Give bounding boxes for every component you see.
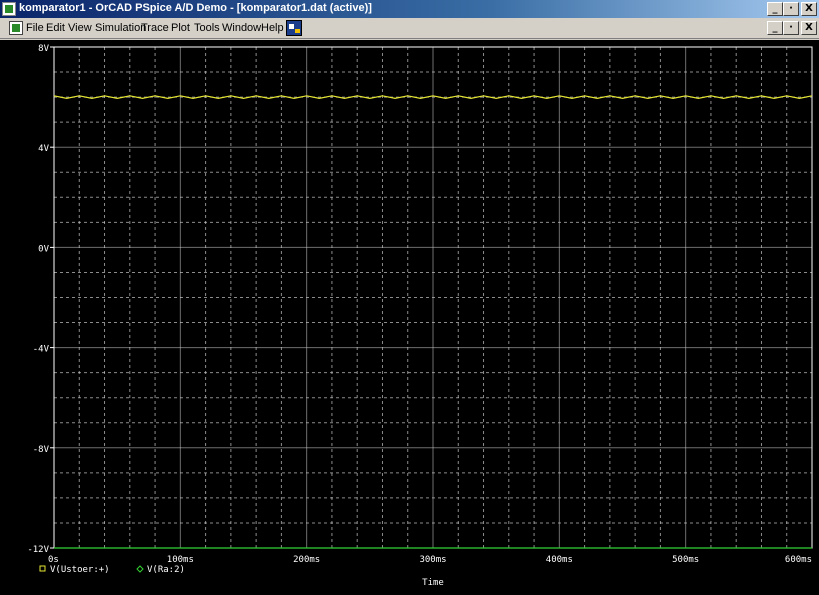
menu-view[interactable]: View	[68, 22, 92, 34]
y-tick-label: -12V	[27, 545, 49, 555]
y-tick-label: 8V	[38, 44, 49, 54]
y-tick-label: 0V	[38, 244, 49, 254]
legend-marker-diamond	[136, 565, 144, 573]
y-tick-label: -8V	[33, 445, 50, 455]
x-tick-label: 100ms	[167, 555, 194, 565]
x-tick-label: 500ms	[672, 555, 699, 565]
x-axis-title: Time	[422, 578, 444, 588]
close-button[interactable]: X	[801, 2, 817, 16]
menu-file[interactable]: File	[26, 22, 44, 34]
toolbar-icon[interactable]	[286, 20, 302, 36]
doc-restore-button[interactable]: ·	[783, 21, 799, 35]
doc-close-button[interactable]: X	[801, 21, 817, 35]
legend-marker-square	[39, 565, 46, 572]
minimize-button[interactable]: _	[767, 2, 783, 16]
window-title: komparator1 - OrCAD PSpice A/D Demo - [k…	[19, 2, 372, 14]
menu-simulation[interactable]: Simulation	[95, 22, 146, 34]
x-tick-label: 300ms	[419, 555, 446, 565]
x-tick-label: 0s	[48, 555, 59, 565]
legend-entry-ustoer[interactable]: V(Ustoer:+)	[50, 565, 110, 575]
doc-minimize-button[interactable]: _	[767, 21, 783, 35]
document-icon[interactable]	[9, 21, 23, 35]
y-tick-label: -4V	[33, 345, 50, 355]
y-tick-label: 4V	[38, 144, 49, 154]
menu-edit[interactable]: Edit	[46, 22, 65, 34]
waveform-plot[interactable]: 8V 4V 0V -4V -8V -12V0s 100ms 200ms 300ms 400ms 50…	[0, 40, 819, 595]
menu-tools[interactable]: Tools	[194, 22, 220, 34]
x-tick-label: 200ms	[293, 555, 320, 565]
x-tick-label: 600ms	[785, 555, 812, 565]
x-tick-label: 400ms	[546, 555, 573, 565]
legend-entry-ra2[interactable]: V(Ra:2)	[147, 565, 185, 575]
maximize-button[interactable]: ·	[783, 2, 799, 16]
pspice-app-icon[interactable]	[2, 2, 16, 16]
menu-plot[interactable]: Plot	[171, 22, 190, 34]
menu-help[interactable]: Help	[261, 22, 284, 34]
menu-window[interactable]: Window	[222, 22, 261, 34]
title-bar: komparator1 - OrCAD PSpice A/D Demo - [k…	[0, 0, 819, 18]
plot-window[interactable]: 8V 4V 0V -4V -8V -12V 0s 100ms 200ms 300ms 400ms 50…	[0, 40, 819, 595]
menu-trace[interactable]: Trace	[141, 22, 169, 34]
menu-bar: File Edit View Simulation Trace Plot Too…	[0, 18, 819, 39]
